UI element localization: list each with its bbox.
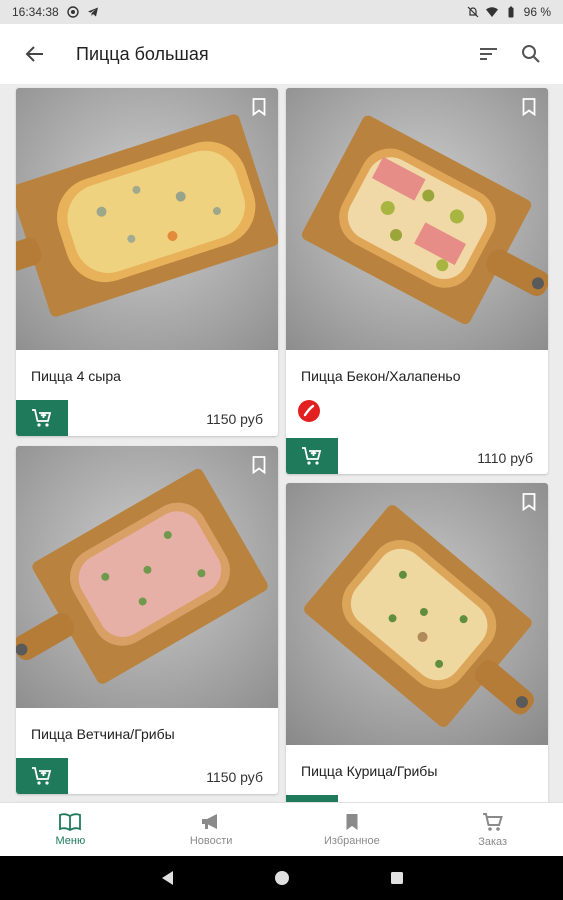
nav-favorites[interactable]: Избранное	[282, 803, 423, 856]
pizza-4-cheese-image	[16, 88, 278, 350]
add-to-cart-button[interactable]	[16, 758, 68, 794]
add-to-cart-button[interactable]	[286, 795, 338, 802]
nav-order[interactable]: Заказ	[422, 803, 563, 856]
chili-icon	[298, 400, 320, 422]
bookmark-icon[interactable]	[522, 493, 536, 511]
nav-label: Заказ	[478, 835, 508, 848]
bookmark-icon[interactable]	[252, 456, 266, 474]
product-photo	[16, 446, 278, 708]
telegram-icon	[87, 7, 98, 17]
product-price: 1110 руб	[477, 450, 533, 466]
nav-label: Избранное	[324, 834, 380, 847]
product-price: 1150 руб	[206, 411, 263, 427]
status-right: 96 %	[467, 5, 551, 19]
product-name: Пицца Бекон/Халапеньо	[301, 368, 461, 384]
appbar-actions	[479, 44, 541, 64]
home-circle-icon[interactable]	[274, 870, 290, 886]
nav-menu[interactable]: Меню	[0, 803, 141, 856]
battery-icon	[508, 6, 514, 18]
back-arrow-icon[interactable]	[24, 43, 46, 65]
add-cart-icon	[32, 767, 52, 785]
nav-label: Меню	[55, 834, 86, 847]
mute-icon	[467, 6, 479, 18]
product-name: Пицца 4 сыра	[31, 368, 121, 384]
pizza-bacon-jalapeno-image	[286, 88, 548, 350]
sort-icon[interactable]	[479, 46, 499, 62]
search-icon[interactable]	[521, 44, 541, 64]
nav-label: Новости	[189, 834, 233, 847]
add-to-cart-button[interactable]	[286, 438, 338, 474]
pizza-chicken-mushroom-image	[286, 483, 548, 745]
megaphone-icon	[202, 813, 218, 829]
app-bar: Пицца большая	[0, 24, 563, 84]
pizza-ham-mushroom-image	[16, 446, 278, 708]
cart-icon	[482, 812, 503, 831]
product-photo	[16, 88, 278, 350]
product-name: Пицца Ветчина/Грибы	[31, 726, 175, 742]
add-cart-icon	[32, 409, 52, 427]
battery-level: 96 %	[523, 5, 551, 19]
product-photo	[286, 88, 548, 350]
wifi-icon	[485, 7, 498, 17]
product-card[interactable]: Пицца Ветчина/Грибы 1150 руб	[16, 446, 278, 794]
product-card[interactable]: Пицца 4 сыра 1150 руб	[16, 88, 278, 436]
add-to-cart-button[interactable]	[16, 400, 68, 436]
back-triangle-icon[interactable]	[160, 870, 174, 886]
product-card[interactable]: Пицца Курица/Грибы	[286, 483, 548, 802]
status-left: 16:34:38	[12, 5, 99, 19]
product-price: 1150 руб	[206, 769, 263, 785]
bookmark-icon[interactable]	[522, 98, 536, 116]
product-photo	[286, 483, 548, 745]
chili-pepper-glyph	[303, 404, 315, 417]
bottom-navigation: Меню Новости Избранное Заказ	[0, 802, 563, 856]
bookmark-icon[interactable]	[252, 98, 266, 116]
status-time: 16:34:38	[12, 5, 59, 19]
book-icon	[59, 812, 82, 831]
page-title: Пицца большая	[76, 43, 209, 64]
bookmark-icon	[346, 813, 358, 830]
status-bar: 16:34:38 96 %	[0, 0, 563, 24]
system-navigation-bar	[0, 856, 563, 900]
product-card[interactable]: Пицца Бекон/Халапеньо 1110 руб	[286, 88, 548, 474]
product-name: Пицца Курица/Грибы	[301, 763, 438, 779]
add-cart-icon	[302, 447, 322, 465]
record-icon	[67, 6, 79, 18]
recents-square-icon[interactable]	[390, 871, 404, 885]
nav-news[interactable]: Новости	[141, 803, 282, 856]
product-grid: Пицца 4 сыра 1150 руб Пицца Бекон/Халапе…	[0, 84, 563, 802]
